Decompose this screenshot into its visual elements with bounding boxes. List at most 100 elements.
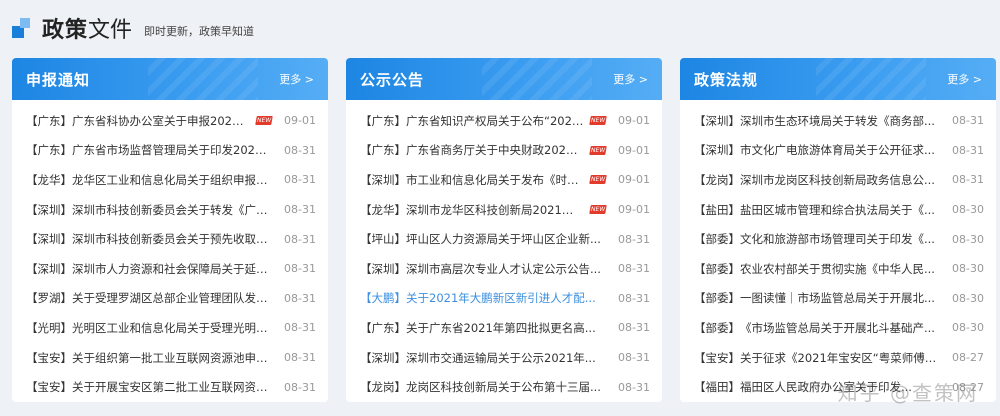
item-date: 08-31 xyxy=(284,173,316,187)
item-title[interactable]: 深圳市龙岗区科技创新局政务信息公... xyxy=(740,172,940,188)
item-title[interactable]: 深圳市交通运输局关于公示2021年... xyxy=(406,350,606,366)
list-item[interactable]: 【龙华】 深圳市龙华区科技创新局2021年... NEW 09-01 xyxy=(360,195,650,225)
item-title[interactable]: 深圳市科技创新委员会关于转发《广东... xyxy=(72,202,272,218)
item-title[interactable]: 深圳市龙华区科技创新局2021年... xyxy=(406,202,584,218)
item-title[interactable]: 盐田区城市管理和综合执法局关于《... xyxy=(740,202,940,218)
item-title[interactable]: 一图读懂｜市场监管总局关于开展北... xyxy=(740,290,940,306)
item-title[interactable]: 《市场监管总局关于开展北斗基础产... xyxy=(740,320,940,336)
item-date: 08-30 xyxy=(952,203,984,217)
more-link[interactable]: 更多 > xyxy=(613,71,648,87)
list-item[interactable]: 【大鹏】 关于2021年大鹏新区新引进人才配... 08-31 xyxy=(360,284,650,314)
item-date: 08-31 xyxy=(618,262,650,276)
list-item[interactable]: 【光明】 光明区工业和信息化局关于受理光明区... 08-31 xyxy=(26,313,316,343)
new-badge-icon: NEW xyxy=(589,145,607,155)
item-title[interactable]: 市文化广电旅游体育局关于公开征求... xyxy=(740,142,940,158)
list-item[interactable]: 【福田】 福田区人民政府办公室关于印发... 08-27 xyxy=(694,372,984,402)
list-item[interactable]: 【深圳】 深圳市高层次专业人才认定公示公告... 08-31 xyxy=(360,254,650,284)
item-title[interactable]: 农业农村部关于贯彻实施《中华人民... xyxy=(740,261,940,277)
item-title[interactable]: 龙华区工业和信息化局关于组织申报2021... xyxy=(72,172,272,188)
item-title[interactable]: 龙岗区科技创新局关于公布第十三届... xyxy=(406,379,606,395)
list-item[interactable]: 【广东】广东省科协办公室关于申报2021年度... NEW 09-01 xyxy=(26,106,316,136)
item-title[interactable]: 市工业和信息化局关于发布《时尚... xyxy=(406,172,584,188)
list-item[interactable]: 【广东】 广东省知识产权局关于公布“2020年... NEW 09-01 xyxy=(360,106,650,136)
region-tag: 【部委】 xyxy=(694,232,740,247)
list-item[interactable]: 【深圳】 深圳市人力资源和社会保障局关于延长... 08-31 xyxy=(26,254,316,284)
list-item[interactable]: 【广东】 广东省商务厅关于中央财政2021年... NEW 09-01 xyxy=(360,136,650,166)
policy-files-page: 政策 文件 即时更新，政策早知道 申报通知 更多 > 【广东】 广东省科协办公室关… xyxy=(0,0,1000,416)
item-title[interactable]: 深圳市科技创新委员会关于预先收取2021... xyxy=(72,231,272,247)
list-item[interactable]: 【宝安】 关于组织第一批工业互联网资源池申报... 08-31 xyxy=(26,343,316,373)
region-tag: 【广东】 xyxy=(26,143,72,158)
list-item[interactable]: 【龙岗】 深圳市龙岗区科技创新局政务信息公... 08-31 xyxy=(694,165,984,195)
item-date: 08-31 xyxy=(284,203,316,217)
item-title[interactable]: 关于征求《2021年宝安区“粤菜师傅”... xyxy=(740,350,940,366)
item-title[interactable]: 广东省市场监督管理局关于印发2021年... xyxy=(72,142,272,158)
section-logo-icon xyxy=(12,17,34,39)
item-title[interactable]: 广东省科协办公室关于申报2021年度... xyxy=(72,113,250,129)
list-item[interactable]: 【深圳】深圳市科技创新委员会关于预先收取2021... 08-31 xyxy=(26,224,316,254)
list-item[interactable]: 【坪山】 坪山区人力资源局关于坪山区企业新... 08-31 xyxy=(360,224,650,254)
list-item[interactable]: 【部委】 《市场监管总局关于开展北斗基础产... 08-30 xyxy=(694,313,984,343)
list-item[interactable]: 【深圳】 市文化广电旅游体育局关于公开征求... 08-31 xyxy=(694,136,984,166)
item-date: 08-31 xyxy=(284,291,316,305)
region-tag: 【罗湖】 xyxy=(26,291,72,306)
item-title[interactable]: 关于2021年大鹏新区新引进人才配... xyxy=(406,290,606,306)
region-tag: 【部委】 xyxy=(694,320,740,335)
list-item[interactable]: 【宝安】 关于征求《2021年宝安区“粤菜师傅”... 08-27 xyxy=(694,343,984,373)
item-date: 08-30 xyxy=(952,262,984,276)
new-badge-icon: NEW xyxy=(589,116,607,126)
list-item[interactable]: 【部委】 文化和旅游部市场管理司关于印发《... 08-30 xyxy=(694,224,984,254)
item-title[interactable]: 福田区人民政府办公室关于印发... xyxy=(740,379,940,395)
list-item[interactable]: 【广东】 广东省市场监督管理局关于印发2021年... 08-31 xyxy=(26,136,316,166)
region-tag: 【广东】 xyxy=(360,143,406,158)
item-date: 08-31 xyxy=(284,143,316,157)
item-title[interactable]: 广东省商务厅关于中央财政2021年... xyxy=(406,142,584,158)
list-item[interactable]: 【盐田】 盐田区城市管理和综合执法局关于《... 08-30 xyxy=(694,195,984,225)
list-item[interactable]: 【宝安】 关于开展宝安区第二批工业互联网资源... 08-31 xyxy=(26,372,316,402)
item-title[interactable]: 关于广东省2021年第四批拟更名高... xyxy=(406,320,606,336)
list-item[interactable]: 【深圳】 深圳市生态环境局关于转发《商务部... 08-31 xyxy=(694,106,984,136)
list-item[interactable]: 【深圳】 深圳市科技创新委员会关于转发《广东... 08-31 xyxy=(26,195,316,225)
region-tag: 【宝安】 xyxy=(694,350,740,365)
item-date: 09-01 xyxy=(618,173,650,187)
item-date: 08-31 xyxy=(284,321,316,335)
item-title[interactable]: 关于受理罗湖区总部企业管理团队发展... xyxy=(72,290,272,306)
item-title[interactable]: 关于开展宝安区第二批工业互联网资源... xyxy=(72,379,272,395)
item-title[interactable]: 光明区工业和信息化局关于受理光明区... xyxy=(72,320,272,336)
item-title[interactable]: 深圳市高层次专业人才认定公示公告... xyxy=(406,261,606,277)
region-tag: 【大鹏】 xyxy=(360,291,406,306)
list-item[interactable]: 【部委】 一图读懂｜市场监管总局关于开展北... 08-30 xyxy=(694,284,984,314)
region-tag: 【深圳】 xyxy=(694,113,740,128)
column-card-regulations: 政策法规 更多 > 【深圳】 深圳市生态环境局关于转发《商务部... 08-31 【深… xyxy=(680,58,996,402)
item-title[interactable]: 深圳市生态环境局关于转发《商务部... xyxy=(740,113,940,129)
item-title[interactable]: 关于组织第一批工业互联网资源池申报... xyxy=(72,350,272,366)
item-title[interactable]: 广东省知识产权局关于公布“2020年... xyxy=(406,113,584,129)
item-date: 08-31 xyxy=(618,351,650,365)
column-header: 申报通知 更多 > xyxy=(12,58,328,100)
region-tag: 【龙华】 xyxy=(360,202,406,217)
section-subtitle: 即时更新，政策早知道 xyxy=(144,25,255,38)
list-item[interactable]: 【深圳】 深圳市交通运输局关于公示2021年... 08-31 xyxy=(360,343,650,373)
list-item[interactable]: 【龙华】龙华区工业和信息化局关于组织申报2021... 08-31 xyxy=(26,165,316,195)
list-item[interactable]: 【深圳】 市工业和信息化局关于发布《时尚... NEW 09-01 xyxy=(360,165,650,195)
item-date: 08-31 xyxy=(952,114,984,128)
region-tag: 【部委】 xyxy=(694,291,740,306)
list-item[interactable]: 【广东】 关于广东省2021年第四批拟更名高... 08-31 xyxy=(360,313,650,343)
item-date: 08-31 xyxy=(618,291,650,305)
region-tag: 【深圳】 xyxy=(360,172,406,187)
column-list: 【深圳】 深圳市生态环境局关于转发《商务部... 08-31 【深圳】 市文化广电旅游体… xyxy=(680,100,996,402)
column-list: 【广东】 广东省知识产权局关于公布“2020年... NEW 09-01 【广东】 广东省… xyxy=(346,100,662,402)
region-tag: 【龙岗】 xyxy=(360,380,406,395)
item-title[interactable]: 文化和旅游部市场管理司关于印发《... xyxy=(740,231,940,247)
region-tag: 【广东】 xyxy=(360,113,406,128)
more-link[interactable]: 更多 > xyxy=(947,71,982,87)
region-tag: 【光明】 xyxy=(26,320,72,335)
item-title[interactable]: 深圳市人力资源和社会保障局关于延长... xyxy=(72,261,272,277)
region-tag: 【坪山】 xyxy=(360,232,406,247)
list-item[interactable]: 【部委】 农业农村部关于贯彻实施《中华人民... 08-30 xyxy=(694,254,984,284)
list-item[interactable]: 【龙岗】 龙岗区科技创新局关于公布第十三届... 08-31 xyxy=(360,372,650,402)
item-date: 08-30 xyxy=(952,291,984,305)
more-link[interactable]: 更多 > xyxy=(279,71,314,87)
list-item[interactable]: 【罗湖】 关于受理罗湖区总部企业管理团队发展... 08-31 xyxy=(26,284,316,314)
item-title[interactable]: 坪山区人力资源局关于坪山区企业新... xyxy=(406,231,606,247)
